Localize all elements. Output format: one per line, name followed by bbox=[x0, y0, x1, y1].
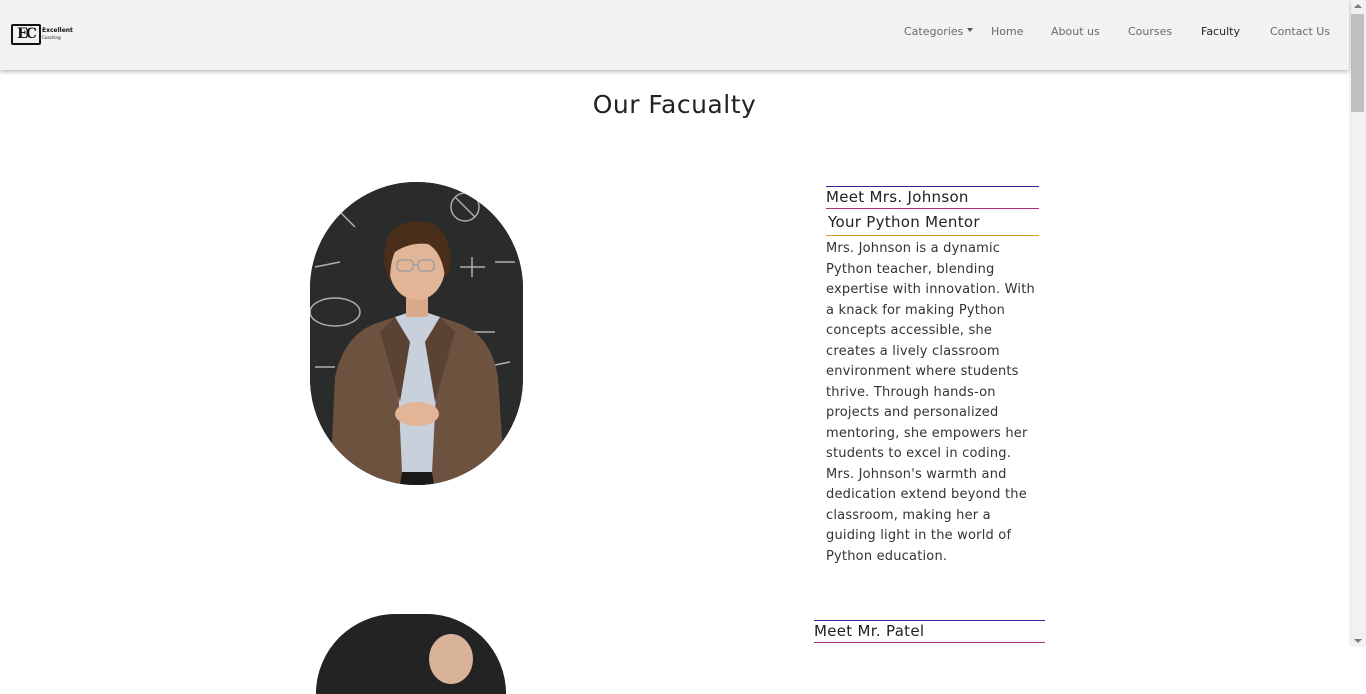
nav-courses[interactable]: Courses bbox=[1128, 25, 1172, 38]
faculty-role: Your Python Mentor bbox=[828, 213, 980, 231]
faculty-bio: Mrs. Johnson is a dynamic Python teacher… bbox=[826, 241, 1035, 564]
divider bbox=[826, 235, 1039, 236]
scroll-down-icon[interactable] bbox=[1354, 639, 1362, 643]
nav-faculty[interactable]: Faculty bbox=[1201, 25, 1240, 38]
divider bbox=[814, 642, 1045, 643]
faculty-card-johnson: Meet Mrs. Johnson Your Python Mentor Mrs… bbox=[826, 186, 1039, 567]
logo-mark: EC bbox=[11, 24, 41, 45]
scrollbar[interactable] bbox=[1349, 0, 1366, 647]
scroll-thumb[interactable] bbox=[1351, 14, 1364, 112]
logo-text: Excellent bbox=[42, 27, 73, 34]
faculty-name: Meet Mrs. Johnson bbox=[826, 188, 969, 206]
page-title: Our Facualty bbox=[592, 90, 757, 119]
teacher-photo-icon bbox=[310, 182, 523, 485]
scroll-up-icon[interactable] bbox=[1354, 4, 1362, 8]
nav-contact[interactable]: Contact Us bbox=[1270, 25, 1330, 38]
nav-home[interactable]: Home bbox=[991, 25, 1023, 38]
brand-logo[interactable]: EC Excellent Coaching bbox=[11, 24, 73, 45]
faculty-photo-patel bbox=[316, 614, 506, 694]
logo-subtext: Coaching bbox=[42, 35, 61, 40]
faculty-photo-johnson bbox=[310, 182, 523, 485]
faculty-name: Meet Mr. Patel bbox=[814, 622, 925, 640]
teacher-photo-icon bbox=[316, 614, 506, 694]
navbar: EC Excellent Coaching Categories Home Ab… bbox=[0, 0, 1349, 70]
nav-about[interactable]: About us bbox=[1051, 25, 1100, 38]
nav-categories-dropdown[interactable]: Categories bbox=[904, 25, 974, 38]
nav-categories-label: Categories bbox=[904, 25, 964, 38]
caret-down-icon bbox=[967, 28, 974, 32]
faculty-card-patel: Meet Mr. Patel bbox=[814, 620, 1045, 643]
